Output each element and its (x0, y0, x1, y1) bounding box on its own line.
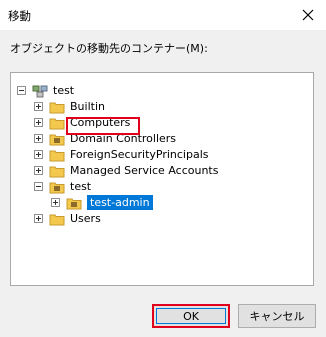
domain-icon (32, 85, 48, 97)
ou-folder-icon (49, 134, 65, 145)
collapse-toggle[interactable] (17, 86, 26, 95)
tree-node-test-admin[interactable]: test-admin (51, 194, 153, 211)
cancel-button[interactable]: キャンセル (238, 304, 316, 328)
expand-toggle[interactable] (34, 166, 43, 175)
expand-toggle[interactable] (34, 214, 43, 223)
close-icon (302, 9, 314, 21)
tree-node-label-selected: test-admin (87, 195, 153, 210)
close-button[interactable] (296, 4, 320, 26)
tree-node-label: Users (70, 212, 101, 225)
expand-toggle[interactable] (34, 102, 43, 111)
ou-folder-icon (66, 198, 82, 209)
window-title: 移動 (8, 9, 31, 23)
folder-icon (49, 150, 65, 161)
tree-node-root[interactable]: test (17, 82, 74, 99)
tree-node-label: Builtin (70, 100, 105, 113)
expand-toggle[interactable] (34, 150, 43, 159)
tree-node-test[interactable]: test (34, 178, 91, 195)
ou-folder-icon (49, 182, 65, 193)
expand-toggle[interactable] (51, 198, 60, 207)
folder-icon (49, 118, 65, 129)
tree-node-label: Managed Service Accounts (70, 164, 219, 177)
ok-button[interactable]: OK (152, 304, 230, 328)
folder-icon (49, 214, 65, 225)
tree-node-managed-service-accounts[interactable]: Managed Service Accounts (34, 162, 218, 179)
collapse-toggle[interactable] (34, 182, 43, 191)
container-prompt-label: オブジェクトの移動先のコンテナー(M): (10, 42, 208, 55)
tree-node-builtin[interactable]: Builtin (34, 98, 105, 115)
tree-node-label: ForeignSecurityPrincipals (70, 148, 209, 161)
selection-highlight-box (66, 117, 140, 135)
tree-node-foreign-security-principals[interactable]: ForeignSecurityPrincipals (34, 146, 209, 163)
title-bar: 移動 (0, 0, 326, 30)
tree-node-users[interactable]: Users (34, 210, 101, 227)
folder-icon (49, 102, 65, 113)
expand-toggle[interactable] (34, 118, 43, 127)
cancel-button-label: キャンセル (249, 310, 305, 323)
focus-ring (156, 308, 226, 324)
folder-icon (49, 166, 65, 177)
tree-node-label: test (53, 84, 75, 97)
container-tree[interactable]: test Builtin Computers Domain Controller… (10, 72, 314, 286)
expand-toggle[interactable] (34, 134, 43, 143)
tree-node-label: test (70, 180, 92, 193)
